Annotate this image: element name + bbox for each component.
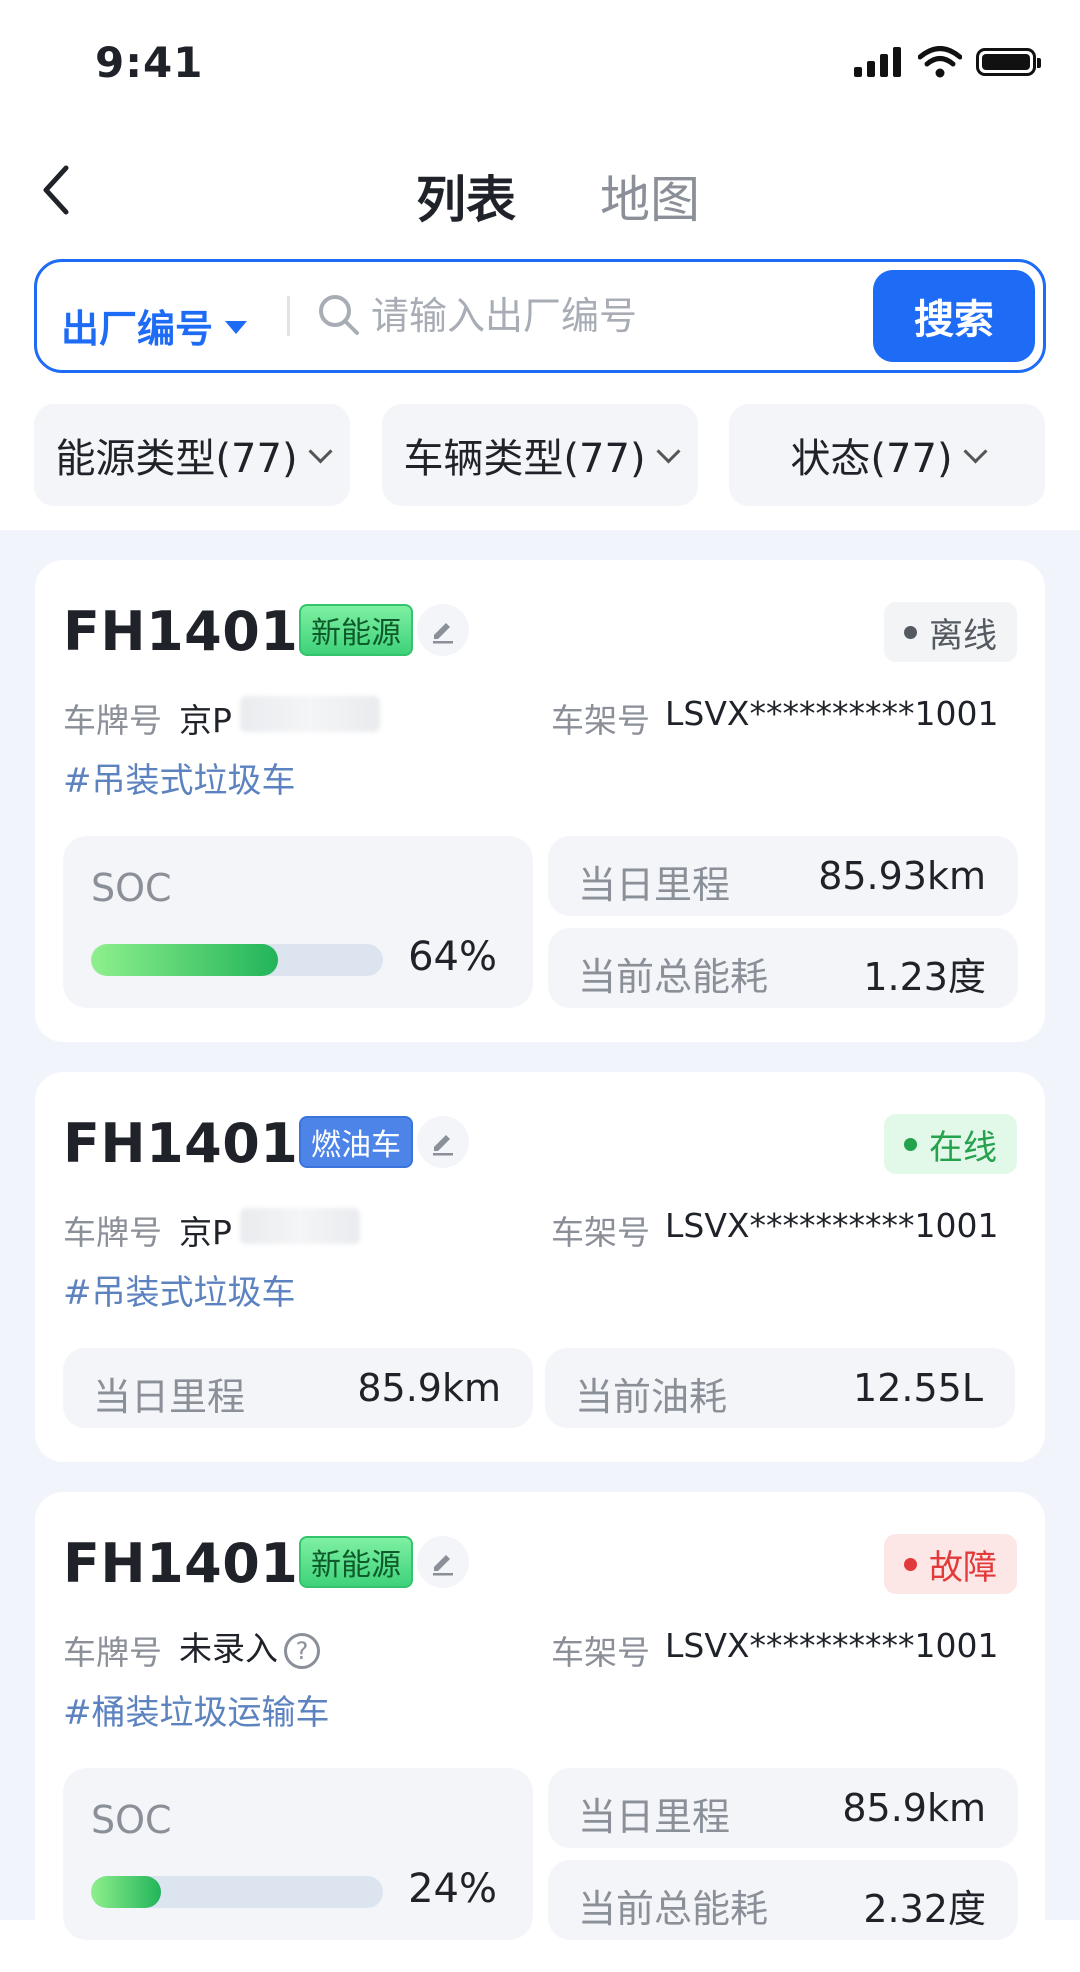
daily-mileage-metric: 当日里程 85.9km (548, 1768, 1018, 1848)
edit-button[interactable] (417, 604, 469, 656)
status-text: 故障 (929, 1547, 997, 1588)
metric-value: 85.9km (842, 1786, 986, 1830)
daily-mileage-metric: 当日里程 85.93km (548, 836, 1018, 916)
pencil-icon (433, 623, 453, 644)
divider (287, 296, 290, 336)
metric-label: 当日里程 (578, 1795, 731, 1839)
soc-bar (91, 944, 383, 976)
energy-badge: 新能源 (299, 1536, 413, 1588)
daily-mileage-metric: 当日里程 85.9km (63, 1348, 533, 1428)
plate-blurred (240, 696, 380, 732)
signal-icon (854, 47, 901, 77)
vehicle-type-tag[interactable]: #吊装式垃圾车 (63, 753, 296, 802)
fuel-metric: 当前油耗 12.55L (545, 1348, 1015, 1428)
metric-label: 当日里程 (93, 1375, 246, 1419)
status-text: 在线 (929, 1127, 997, 1168)
filter-vehicle-type[interactable]: 车辆类型(77) (382, 404, 698, 506)
caret-down-icon (225, 321, 248, 334)
chevron-down-icon (308, 438, 333, 464)
status-badge: 在线 (884, 1114, 1017, 1174)
search-field-dropdown[interactable]: 出厂编号 (61, 298, 248, 353)
soc-bar (91, 1876, 383, 1908)
soc-label: SOC (91, 1798, 172, 1842)
metric-value: 85.93km (818, 854, 986, 898)
filter-label: 状态(77) (790, 436, 953, 482)
status-dot (904, 1137, 917, 1151)
vehicle-id: FH14014 (63, 600, 337, 663)
battery-icon (976, 48, 1041, 76)
vin-label: 车架号 (551, 701, 650, 740)
vin-label: 车架号 (551, 1213, 650, 1252)
status-dot (904, 625, 917, 639)
status-badge: 离线 (884, 602, 1017, 662)
total-energy-metric: 当前总能耗 2.32度 (548, 1860, 1018, 1940)
total-energy-metric: 当前总能耗 1.23度 (548, 928, 1018, 1008)
pencil-icon (433, 1555, 453, 1576)
filter-label: 能源类型(77) (55, 436, 298, 482)
search-bar: 出厂编号 搜索 (34, 259, 1046, 373)
soc-percent: 64% (408, 934, 497, 980)
vehicle-card[interactable]: FH14014 燃油车 在线 车牌号 京P 车架号 LSVX**********… (35, 1072, 1045, 1462)
plate-value: 京P (179, 1213, 232, 1252)
search-icon (319, 295, 359, 335)
chevron-down-icon (656, 438, 681, 464)
edit-button[interactable] (417, 1536, 469, 1588)
vin-value: LSVX**********1001 (665, 694, 999, 733)
search-field-label: 出厂编号 (61, 307, 214, 351)
metric-value: 2.32度 (863, 1887, 986, 1931)
metric-label: 当前总能耗 (578, 955, 769, 999)
metric-label: 当前总能耗 (578, 1887, 769, 1931)
status-dot (904, 1557, 917, 1571)
metric-label: 当日里程 (578, 863, 731, 907)
status-text: 离线 (929, 615, 997, 656)
energy-badge: 新能源 (299, 604, 413, 656)
vehicle-card[interactable]: FH14014 新能源 故障 车牌号 未录入? 车架号 LSVX********… (35, 1492, 1045, 1972)
tab-list[interactable]: 列表 (416, 160, 516, 232)
edit-button[interactable] (417, 1116, 469, 1168)
soc-bar-fill (91, 944, 278, 976)
search-button[interactable]: 搜索 (873, 270, 1035, 362)
pencil-icon (433, 1135, 453, 1156)
status-icons (854, 46, 1041, 78)
filter-status[interactable]: 状态(77) (729, 404, 1045, 506)
plate-label: 车牌号 (63, 1213, 162, 1252)
filter-energy-type[interactable]: 能源类型(77) (34, 404, 350, 506)
plate-value: 京P (179, 701, 232, 740)
metric-value: 85.9km (357, 1366, 501, 1410)
energy-badge: 燃油车 (299, 1116, 413, 1168)
tab-map[interactable]: 地图 (600, 160, 700, 232)
back-icon[interactable] (38, 160, 78, 220)
wifi-icon (918, 46, 962, 78)
vehicle-type-tag[interactable]: #吊装式垃圾车 (63, 1265, 296, 1314)
vehicle-id: FH14014 (63, 1112, 337, 1175)
status-time: 9:41 (95, 38, 204, 87)
chevron-down-icon (963, 438, 988, 464)
plate-label: 车牌号 (63, 1633, 162, 1672)
vin-label: 车架号 (551, 1633, 650, 1672)
soc-bar-fill (91, 1876, 162, 1908)
vehicle-type-tag[interactable]: #桶装垃圾运输车 (63, 1685, 330, 1734)
metric-value: 1.23度 (863, 955, 986, 999)
help-icon[interactable]: ? (284, 1632, 320, 1669)
soc-panel: SOC 24% (63, 1768, 533, 1940)
soc-label: SOC (91, 866, 172, 910)
plate-blurred (240, 1208, 360, 1244)
metric-value: 12.55L (853, 1366, 983, 1410)
vin-value: LSVX**********1001 (665, 1206, 999, 1245)
metric-label: 当前油耗 (575, 1375, 728, 1419)
plate-label: 车牌号 (63, 701, 162, 740)
search-input[interactable] (371, 286, 871, 346)
vin-value: LSVX**********1001 (665, 1626, 999, 1665)
filter-label: 车辆类型(77) (403, 436, 646, 482)
vehicle-card[interactable]: FH14014 新能源 离线 车牌号 京P 车架号 LSVX**********… (35, 560, 1045, 1042)
soc-panel: SOC 64% (63, 836, 533, 1008)
soc-percent: 24% (408, 1866, 497, 1912)
vehicle-id: FH14014 (63, 1532, 337, 1595)
plate-value: 未录入 (179, 1629, 278, 1668)
plate-value-wrap: 未录入? (179, 1622, 320, 1670)
status-badge: 故障 (884, 1534, 1017, 1594)
